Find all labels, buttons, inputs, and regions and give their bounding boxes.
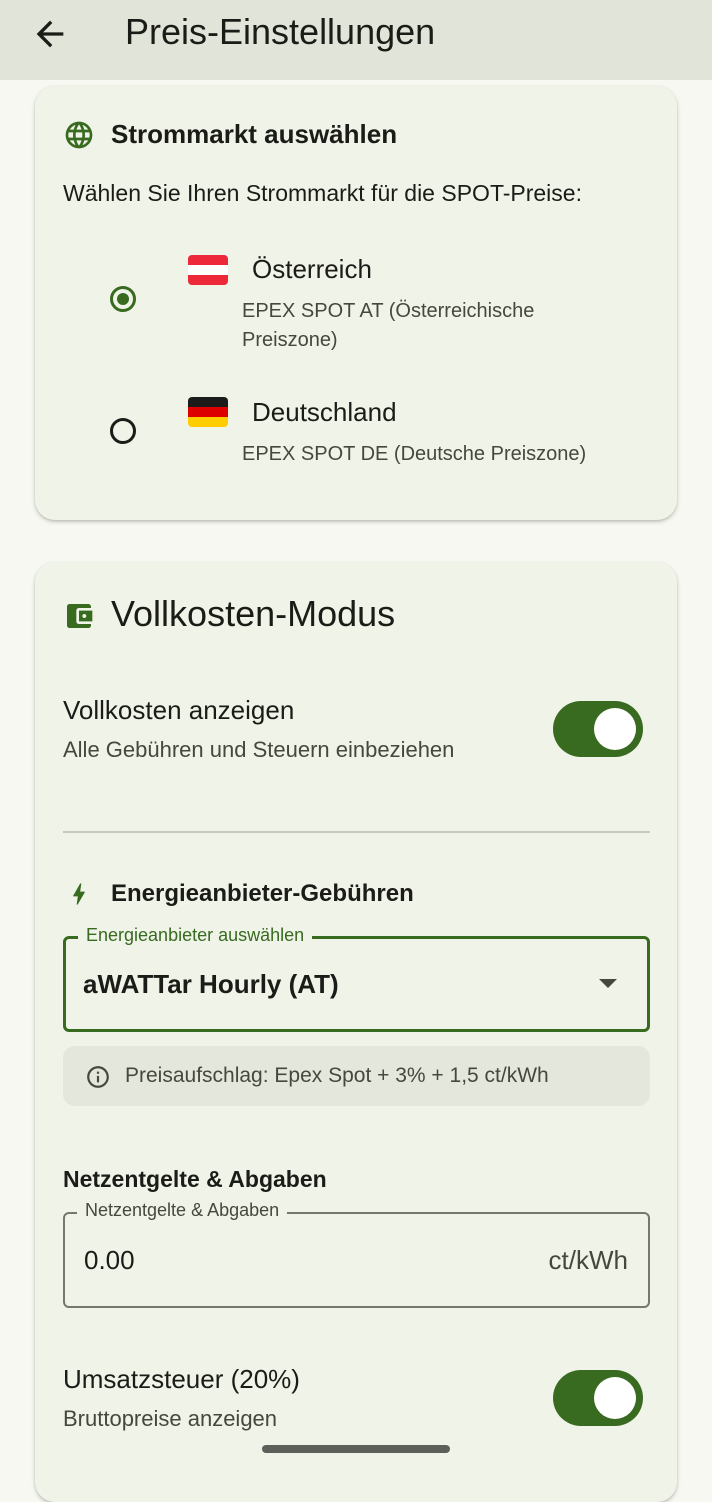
radio-germany[interactable] [110,418,136,444]
info-icon [87,1066,109,1088]
grid-fees-heading: Netzentgelte & Abgaben [63,1166,327,1192]
app-bar: Preis-Einstellungen [0,0,712,80]
switch-knob [594,708,636,750]
provider-select[interactable]: Energieanbieter auswählen aWATTar Hourly… [63,923,650,1032]
wallet-icon [67,604,93,628]
grid-fees-value: 0.00 [84,1245,135,1275]
vat-sublabel: Bruttopreise anzeigen [63,1406,278,1431]
market-option-description: EPEX SPOT DE (Deutsche Preiszone) [242,443,587,465]
chevron-down-icon [599,979,617,988]
home-indicator[interactable] [262,1445,450,1453]
market-title: Strommarkt auswählen [111,119,398,149]
arrow-back-icon [36,20,64,48]
divider [63,831,650,833]
market-subtitle: Wählen Sie Ihren Strommarkt für die SPOT… [63,180,582,206]
bolt-icon [73,883,85,905]
provider-select-value: aWATTar Hourly (AT) [83,969,339,999]
radio-austria[interactable] [110,286,136,312]
vat-switch[interactable] [553,1370,643,1426]
market-option-label: Österreich [252,254,372,284]
grid-fees-field-label: Netzentgelte & Abgaben [77,1198,288,1222]
market-option-label: Deutschland [252,397,397,427]
show-full-cost-sublabel: Alle Gebühren und Steuern einbeziehen [63,737,455,762]
back-button[interactable] [30,14,70,54]
grid-fees-field[interactable]: Netzentgelte & Abgaben 0.00 ct/kWh [63,1198,650,1308]
market-option-description: EPEX SPOT AT (Österreichische Preiszone) [242,300,535,351]
full-cost-card: Vollkosten-Modus Vollkosten anzeigen All… [35,562,677,1502]
market-card: Strommarkt auswählen Wählen Sie Ihren St… [35,86,677,520]
page-title: Preis-Einstellungen [125,11,436,52]
provider-info-box: Preisaufschlag: Epex Spot + 3% + 1,5 ct/… [63,1046,650,1106]
globe-icon [65,121,93,149]
provider-section-title: Energieanbieter-Gebühren [111,880,414,907]
switch-knob [594,1377,636,1419]
provider-select-label: Energieanbieter auswählen [78,923,313,947]
grid-fees-suffix: ct/kWh [548,1245,628,1275]
provider-info-text: Preisaufschlag: Epex Spot + 3% + 1,5 ct/… [125,1064,549,1087]
austria-flag-icon [188,255,228,285]
vat-label: Umsatzsteuer (20%) [63,1364,300,1394]
show-full-cost-switch[interactable] [553,701,643,757]
full-cost-title: Vollkosten-Modus [111,593,396,634]
show-full-cost-label: Vollkosten anzeigen [63,695,295,725]
germany-flag-icon [188,397,228,427]
